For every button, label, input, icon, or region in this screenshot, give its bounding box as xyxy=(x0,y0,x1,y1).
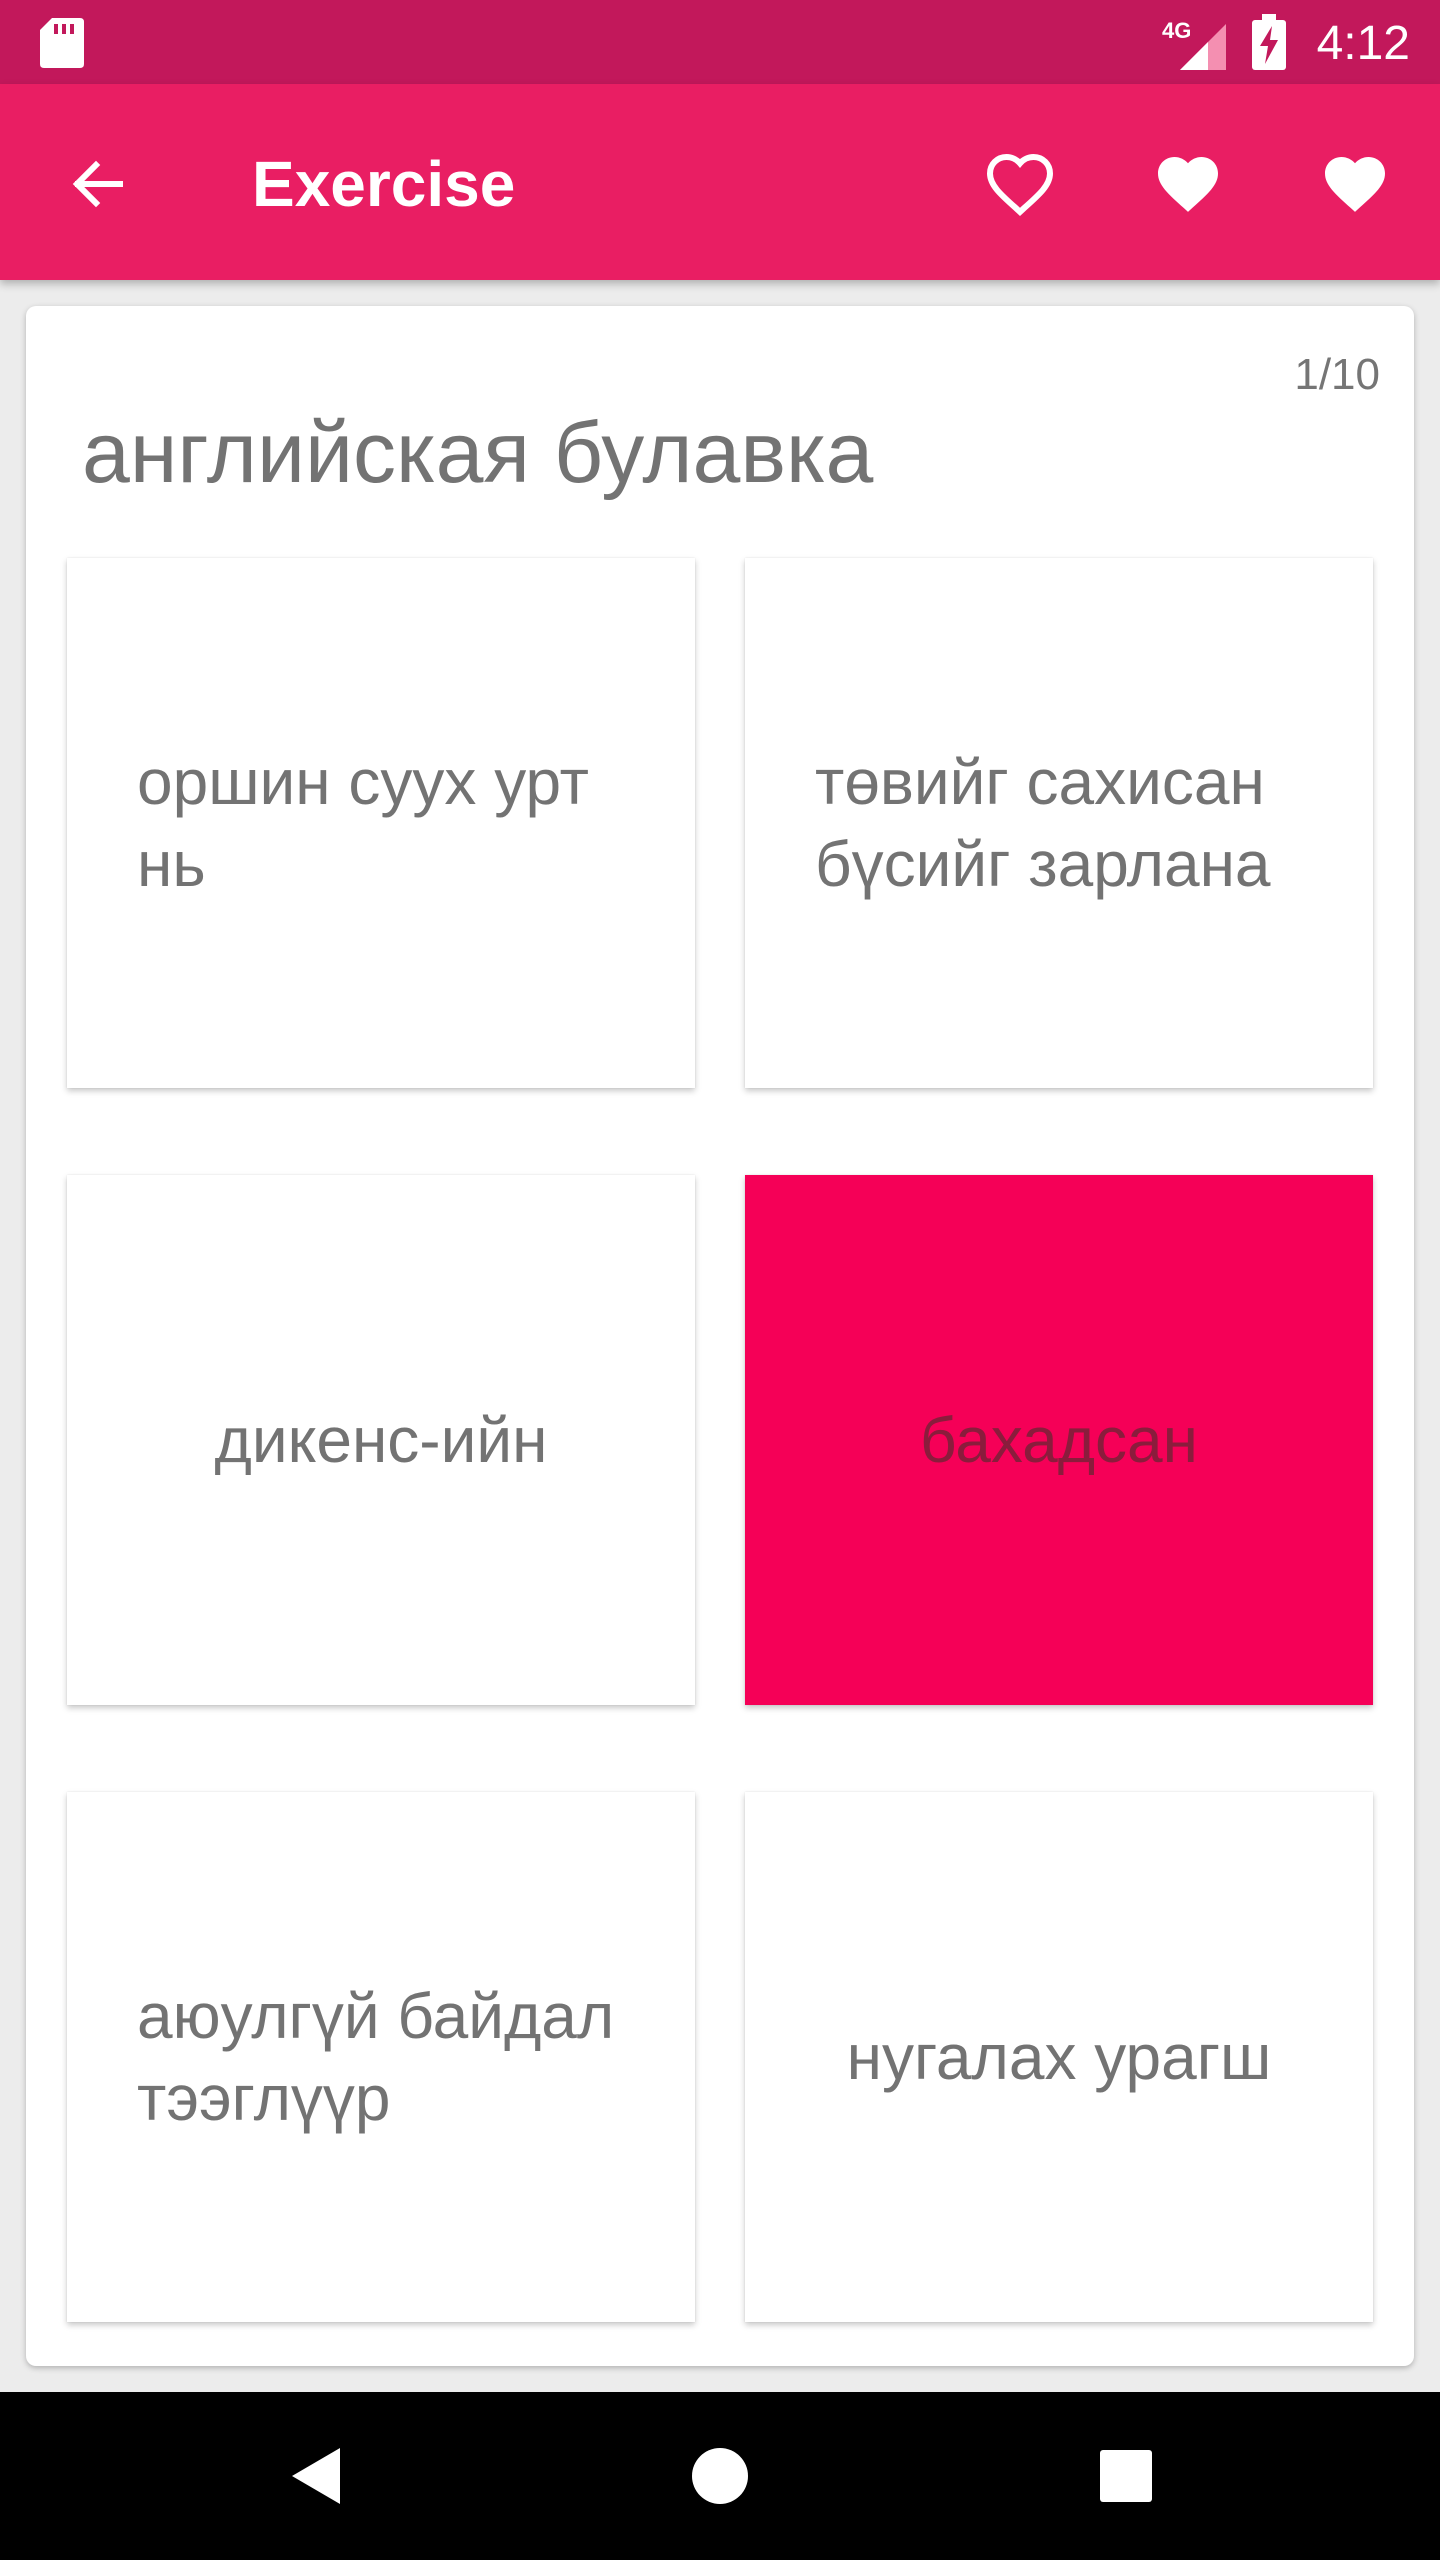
answer-option-label: төвийг сахисан бүсийг зарлана xyxy=(815,746,1271,900)
signal-icon xyxy=(1180,24,1226,70)
status-bar: 4G 4:12 xyxy=(0,0,1440,84)
nav-home-button[interactable] xyxy=(656,2412,784,2540)
back-triangle-icon xyxy=(292,2448,340,2504)
page-title: Exercise xyxy=(252,148,516,220)
battery-charging-icon xyxy=(1252,14,1286,70)
answer-option-6[interactable]: нугалах урагш xyxy=(745,1792,1373,2322)
home-circle-icon xyxy=(692,2448,748,2504)
answer-option-4-selected[interactable]: бахадсан xyxy=(745,1175,1373,1705)
progress-counter: 1/10 xyxy=(1294,350,1380,399)
answer-option-label: нугалах урагш xyxy=(846,2021,1272,2093)
favorite-button[interactable] xyxy=(1140,136,1236,232)
favorite-button-2[interactable] xyxy=(1307,136,1403,232)
back-button[interactable] xyxy=(50,136,146,232)
nav-recents-button[interactable] xyxy=(1062,2412,1190,2540)
heart-filled-icon xyxy=(1158,157,1218,212)
answer-option-label: аюулгүй байдал тээглүүр xyxy=(137,1980,615,2134)
answer-option-2[interactable]: төвийг сахисан бүсийг зарлана xyxy=(745,558,1373,1088)
heart-outline-icon xyxy=(986,153,1054,216)
heart-filled-icon xyxy=(1325,157,1385,212)
network-indicator: 4G xyxy=(1162,16,1226,70)
answer-option-1[interactable]: оршин суух урт нь xyxy=(67,558,695,1088)
recents-square-icon xyxy=(1100,2450,1152,2502)
answer-option-5[interactable]: аюулгүй байдал тээглүүр xyxy=(67,1792,695,2322)
answer-option-label: дикенс-ийн xyxy=(214,1404,548,1476)
answer-option-3[interactable]: дикенс-ийн xyxy=(67,1175,695,1705)
arrow-left-icon xyxy=(72,160,123,208)
answer-option-label: оршин суух урт нь xyxy=(137,746,589,900)
clock: 4:12 xyxy=(1316,17,1410,70)
system-nav-bar xyxy=(0,2392,1440,2560)
sd-card-icon xyxy=(40,18,84,68)
exercise-card: 1/10 английская булавка оршин суух урт н… xyxy=(26,306,1414,2366)
nav-back-button[interactable] xyxy=(252,2412,380,2540)
favorite-outline-button[interactable] xyxy=(972,136,1068,232)
app-bar: Exercise xyxy=(0,84,1440,280)
answer-option-label: бахадсан xyxy=(920,1404,1198,1476)
question-text: английская булавка xyxy=(82,405,874,501)
